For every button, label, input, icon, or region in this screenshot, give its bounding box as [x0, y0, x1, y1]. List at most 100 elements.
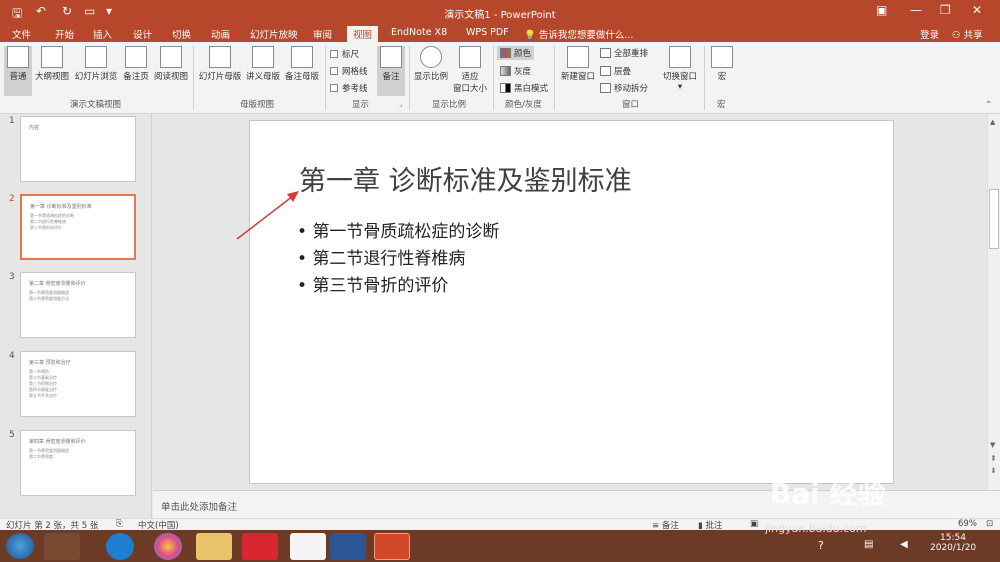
slide-sorter-label: 幻灯片浏览 — [74, 72, 118, 82]
tab-slideshow[interactable]: 幻灯片放映 — [250, 27, 298, 41]
lightbulb-icon: 💡 — [524, 30, 536, 41]
dialog-launcher-icon[interactable]: ⌟ — [399, 100, 402, 108]
slide-sorter-button[interactable]: 幻灯片浏览 — [73, 46, 119, 82]
tab-insert[interactable]: 插入 — [93, 27, 112, 41]
macros-button[interactable]: 宏 — [708, 46, 736, 82]
collapse-ribbon-icon[interactable]: ⌃ — [985, 100, 992, 110]
tab-review[interactable]: 审阅 — [313, 27, 332, 41]
normal-view-status-icon[interactable]: ▣ — [750, 519, 758, 529]
start-button[interactable] — [6, 533, 34, 559]
new-window-button[interactable]: 新建窗口 — [559, 46, 597, 82]
notes-master-button[interactable]: 备注母版 — [284, 46, 320, 82]
tab-design[interactable]: 设计 — [133, 27, 152, 41]
tab-animations[interactable]: 动画 — [211, 27, 230, 41]
previous-slide-icon[interactable]: ⇞ — [990, 454, 997, 463]
reading-view-label: 阅读视图 — [153, 72, 188, 82]
share-button[interactable]: ⚇ 共享 — [952, 27, 983, 41]
slide-thumbnail-4[interactable]: 第三章 预防和治疗 第一节预防 第二节基础治疗 第三节药物治疗 第四节康复治疗 … — [20, 351, 136, 417]
zoom-level[interactable]: 69% — [958, 519, 977, 529]
slide-editing-area: 第一章 诊断标准及鉴别标准 • 第一节骨质疏松症的诊断 • 第二节退行性脊椎病 … — [153, 114, 987, 490]
word-icon[interactable] — [330, 533, 366, 560]
taskbar-app-icon[interactable] — [44, 533, 80, 560]
app-icon[interactable] — [290, 533, 326, 560]
ribbon: 普通 大纲视图 幻灯片浏览 备注页 阅读视图 演示文稿视图 幻灯片母版 讲义母版… — [0, 42, 1000, 114]
next-slide-icon[interactable]: ⇟ — [990, 466, 997, 475]
thumb-number: 1 — [9, 116, 15, 126]
thumb-number: 2 — [9, 194, 15, 204]
cascade-label: 层叠 — [614, 67, 632, 77]
gridlines-label: 网格线 — [342, 67, 368, 77]
reading-view-button[interactable]: 阅读视图 — [153, 46, 189, 82]
scroll-up-icon[interactable]: ▲ — [990, 118, 995, 126]
network-icon[interactable]: ▤ — [864, 539, 873, 550]
scrollbar-thumb[interactable] — [989, 189, 999, 249]
zoom-button[interactable]: 显示比例 — [413, 46, 449, 82]
ruler-checkbox[interactable]: 标尺 — [330, 48, 359, 60]
scroll-down-icon[interactable]: ▼ — [990, 441, 995, 449]
zoom-label: 显示比例 — [413, 72, 448, 82]
slide-thumbnail-1[interactable]: 内容 — [20, 116, 136, 182]
system-clock[interactable]: 15:54 2020/1/20 — [930, 533, 976, 553]
slide-master-button[interactable]: 幻灯片母版 — [198, 46, 242, 82]
tell-me-search[interactable]: 💡 告诉我您想要做什么... — [524, 27, 633, 41]
outline-view-label: 大纲视图 — [35, 72, 70, 82]
switch-window-button[interactable]: 切换窗口 ▾ — [660, 46, 700, 92]
normal-view-button[interactable]: 普通 — [4, 46, 32, 96]
color-option[interactable]: 颜色 — [497, 46, 535, 60]
powerpoint-icon[interactable] — [374, 533, 410, 560]
minimize-button[interactable]: — — [910, 3, 922, 17]
black-white-option[interactable]: 黑白模式 — [500, 82, 548, 94]
guides-checkbox[interactable]: 参考线 — [330, 82, 368, 94]
fit-slide-icon[interactable]: ⊡ — [986, 519, 993, 529]
share-label: 共享 — [963, 30, 983, 41]
watermark-url: jingyan.baidu.com — [765, 522, 867, 535]
tab-transitions[interactable]: 切换 — [172, 27, 191, 41]
thumb-title: 第二章 骨密度测量和评价 — [29, 281, 86, 287]
window-title: 演示文稿1 - PowerPoint — [444, 10, 556, 21]
tab-home[interactable]: 开始 — [55, 27, 74, 41]
vertical-scrollbar[interactable]: ▲ ▼ ⇞ ⇟ — [987, 114, 1000, 490]
notes-toggle-button[interactable]: 备注 — [377, 46, 405, 96]
thumb-title: 内容 — [29, 125, 40, 131]
thumb-line: 第二节骨密度 — [29, 454, 53, 459]
new-window-label: 新建窗口 — [560, 72, 595, 82]
tab-file[interactable]: 文件 — [12, 27, 31, 41]
notes-page-button[interactable]: 备注页 — [121, 46, 151, 82]
restore-button[interactable]: ❐ — [940, 3, 951, 17]
tab-endnote[interactable]: EndNote X8 — [391, 27, 447, 38]
browser-color-icon[interactable] — [154, 533, 182, 560]
group-master-views: 母版视图 — [240, 100, 275, 110]
grayscale-option[interactable]: 灰度 — [500, 65, 531, 77]
person-icon: ⚇ — [952, 30, 961, 41]
slide-thumbnail-2[interactable]: 第一章 诊断标准及鉴别标准 第一节骨质疏松症的诊断 第二节退行性脊椎病 第三节骨… — [20, 194, 136, 260]
thumb-title: 第三章 预防和治疗 — [29, 360, 71, 366]
tab-view[interactable]: 视图 — [347, 26, 379, 42]
fit-to-window-button[interactable]: 适应 窗口大小 — [451, 46, 489, 94]
spellcheck-icon[interactable]: ⎘ — [116, 519, 123, 529]
help-icon[interactable]: ? — [818, 539, 824, 552]
handout-master-button[interactable]: 讲义母版 — [245, 46, 281, 82]
checkbox-box — [330, 84, 338, 92]
divider — [193, 46, 194, 110]
clock-time: 15:54 — [940, 533, 966, 543]
volume-icon[interactable]: ◀ — [900, 539, 908, 550]
ribbon-display-icon[interactable]: ▣ — [876, 3, 887, 17]
move-split-option[interactable]: 移动拆分 — [600, 82, 648, 94]
browser-icon[interactable] — [106, 533, 134, 560]
slide-thumbnail-5[interactable]: 第四章 骨密度测量和评价 第一节骨密度测量概述 第二节骨密度 — [20, 430, 136, 496]
close-button[interactable]: ✕ — [972, 3, 982, 17]
arrange-all-label: 全部重排 — [614, 49, 649, 59]
file-explorer-icon[interactable] — [196, 533, 232, 560]
tab-wps-pdf[interactable]: WPS PDF — [466, 27, 509, 38]
arrange-all-option[interactable]: 全部重排 — [600, 47, 648, 59]
slide-thumbnail-3[interactable]: 第二章 骨密度测量和评价 第一节骨密度测量概述 第二节骨密度测量方法 — [20, 272, 136, 338]
youdao-dictionary-icon[interactable] — [242, 533, 278, 560]
login-link[interactable]: 登录 — [920, 27, 939, 41]
macro-icon — [711, 46, 733, 68]
fit-window-label-2: 窗口大小 — [452, 84, 487, 94]
outline-view-button[interactable]: 大纲视图 — [35, 46, 69, 82]
cascade-option[interactable]: 层叠 — [600, 65, 631, 77]
gridlines-checkbox[interactable]: 网格线 — [330, 65, 368, 77]
cascade-icon — [600, 66, 611, 76]
thumb-number: 4 — [9, 351, 15, 361]
